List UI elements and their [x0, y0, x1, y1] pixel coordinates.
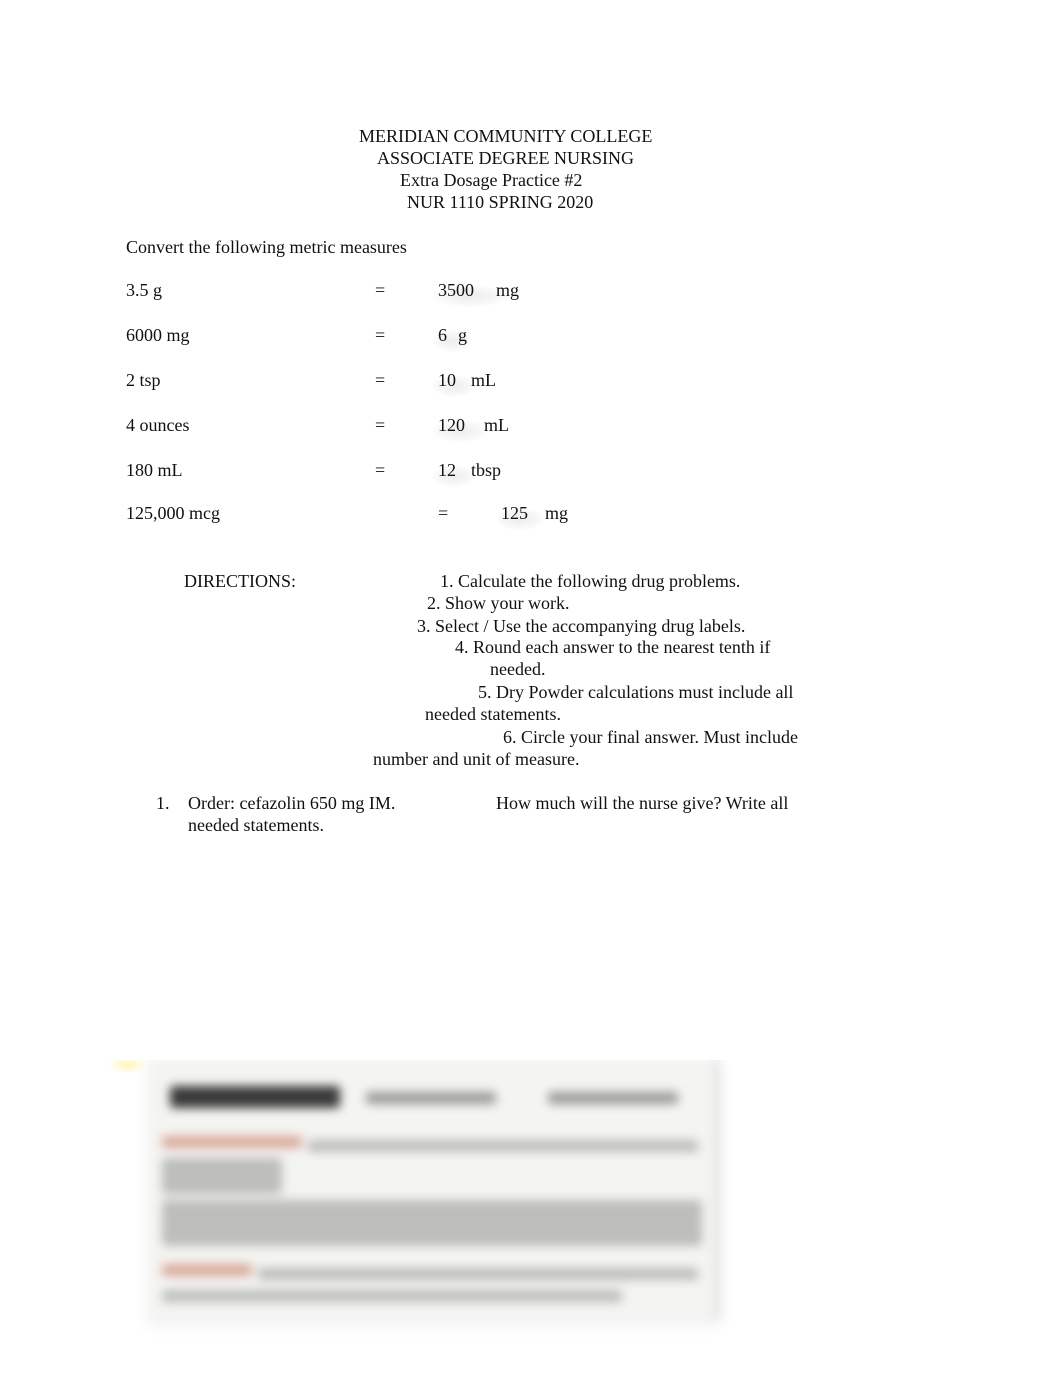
label-text-block [258, 1268, 698, 1280]
direction-item: needed statements. [425, 704, 561, 724]
equals-sign: = [375, 325, 386, 345]
answer-value: 12 [438, 460, 456, 480]
label-text-block [162, 1290, 622, 1302]
conversion-answer: 6g [432, 324, 472, 352]
label-brand-name [170, 1086, 340, 1108]
label-text-block [162, 1158, 282, 1194]
conversion-from: 4 ounces [126, 415, 190, 435]
problem-number: 1. [156, 793, 170, 813]
drug-label-card [148, 1058, 720, 1320]
problem-order: Order: cefazolin 650 mg IM. [188, 793, 396, 813]
conversion-from: 2 tsp [126, 370, 161, 390]
label-text-block [308, 1140, 698, 1152]
answer-unit: mg [496, 280, 520, 300]
course-term: NUR 1110 SPRING 2020 [407, 192, 594, 212]
direction-item: 5. Dry Powder calculations must include … [478, 682, 794, 702]
equals-sign: = [375, 415, 386, 435]
label-crop-edge [100, 1058, 820, 1060]
direction-item: 4. Round each answer to the nearest tent… [455, 637, 771, 657]
problem-question: How much will the nurse give? Write all [496, 793, 789, 813]
conversion-answer: 10 mL [432, 369, 496, 397]
conversion-from: 180 mL [126, 460, 183, 480]
label-text-block [548, 1092, 678, 1104]
program-name: ASSOCIATE DEGREE NURSING [377, 148, 635, 168]
conversion-from: 3.5 g [126, 280, 162, 300]
label-warning-text [162, 1136, 302, 1148]
answer-unit: mg [545, 503, 569, 523]
conversion-from: 125,000 mcg [126, 503, 220, 523]
directions-label: DIRECTIONS: [184, 571, 296, 591]
answer-unit: mL [471, 370, 496, 390]
label-text-block [366, 1092, 496, 1104]
conversion-from: 6000 mg [126, 325, 190, 345]
conversion-answer: 12 tbsp [432, 459, 502, 487]
label-warning-text [162, 1264, 252, 1276]
label-text-block [162, 1200, 702, 1246]
conversion-answer: 3500 mg [432, 279, 520, 307]
equals-sign: = [375, 460, 386, 480]
equals-sign: = [375, 280, 386, 300]
answer-value: 10 [438, 370, 456, 390]
answer-value: 3500 [438, 280, 474, 300]
direction-item: 3. Select / Use the accompanying drug la… [417, 616, 746, 636]
direction-item: 6. Circle your final answer. Must includ… [503, 727, 798, 747]
answer-value: 120 [438, 415, 465, 435]
equals-sign: = [375, 370, 386, 390]
conversion-answer: 120 mL [432, 414, 509, 442]
answer-unit: mL [484, 415, 509, 435]
answer-value: 6 [438, 325, 447, 345]
direction-item: number and unit of measure. [373, 749, 580, 769]
answer-unit: tbsp [471, 460, 502, 480]
drug-label-image [100, 1058, 820, 1338]
direction-item: needed. [490, 659, 546, 679]
answer-value: 125 [501, 503, 528, 523]
college-name: MERIDIAN COMMUNITY COLLEGE [359, 126, 653, 146]
problem-question-continued: needed statements. [188, 815, 324, 835]
direction-item: 2. Show your work. [427, 593, 570, 613]
document-title: Extra Dosage Practice #2 [400, 170, 583, 190]
answer-unit: g [458, 325, 467, 345]
direction-item: 1. Calculate the following drug problems… [440, 571, 741, 591]
highlight-spot [108, 1058, 148, 1072]
conversion-answer: 125 mg [495, 502, 569, 530]
conversion-title: Convert the following metric measures [126, 237, 407, 257]
equals-sign: = [438, 503, 449, 523]
